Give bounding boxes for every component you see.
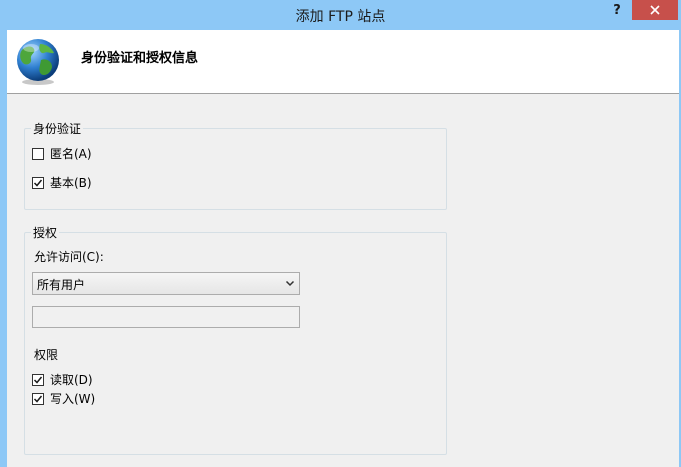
page-title: 身份验证和授权信息 [81, 51, 199, 66]
close-button[interactable] [632, 0, 678, 20]
window-frame-left [0, 30, 7, 467]
read-checkbox-row[interactable]: 读取(D) [32, 371, 93, 388]
user-names-input[interactable] [32, 306, 300, 328]
basic-checkbox-row[interactable]: 基本(B) [32, 174, 92, 191]
permissions-label: 权限 [34, 348, 59, 362]
checkmark-icon [33, 179, 43, 187]
globe-icon [17, 39, 59, 85]
window-title: 添加 FTP 站点 [295, 9, 386, 25]
anonymous-checkbox[interactable] [32, 147, 44, 160]
write-checkbox[interactable] [32, 392, 44, 405]
allow-access-label: 允许访问(C): [34, 250, 104, 264]
read-checkbox[interactable] [32, 373, 44, 386]
anonymous-label: 匿名(A) [50, 147, 92, 161]
authorization-group: 授权 [24, 224, 447, 455]
allow-access-value: 所有用户 [37, 278, 86, 292]
write-checkbox-row[interactable]: 写入(W) [32, 390, 95, 407]
authorization-legend: 授权 [31, 224, 60, 241]
chevron-down-icon [285, 280, 295, 287]
close-icon [650, 5, 660, 15]
checkmark-icon [33, 376, 43, 384]
basic-checkbox[interactable] [32, 176, 44, 189]
help-button[interactable]: ? [608, 0, 626, 22]
authentication-group: 身份验证 [24, 120, 447, 210]
basic-label: 基本(B) [50, 176, 92, 190]
allow-access-select[interactable]: 所有用户 [32, 272, 300, 295]
title-bar: 添加 FTP 站点 ? [0, 0, 681, 30]
authentication-legend: 身份验证 [31, 120, 84, 137]
wizard-header: 身份验证和授权信息 [7, 30, 679, 94]
checkmark-icon [33, 395, 43, 403]
anonymous-checkbox-row[interactable]: 匿名(A) [32, 145, 92, 162]
read-label: 读取(D) [50, 373, 93, 387]
write-label: 写入(W) [50, 392, 96, 406]
